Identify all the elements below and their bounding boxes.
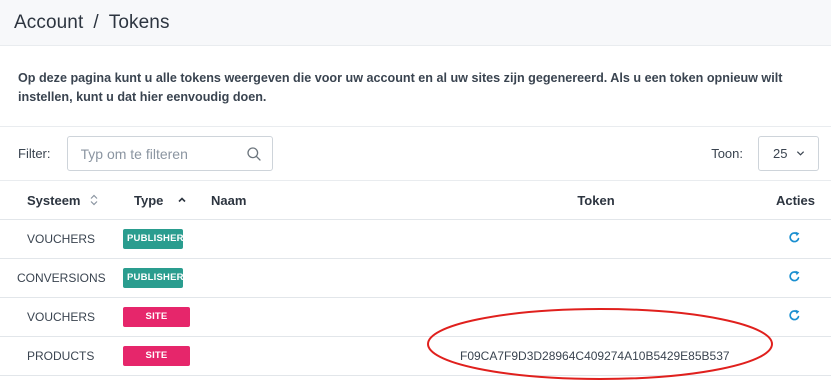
filter-label: Filter:: [18, 146, 51, 161]
systeem-cell: VOUCHERS: [27, 310, 96, 324]
type-badge: PUBLISHER: [123, 268, 184, 288]
tokens-table: Systeem Type Naam Token Acties VOUCHERS …: [0, 181, 831, 376]
column-header-token: Token: [431, 181, 761, 220]
page-size-select[interactable]: 25: [758, 136, 819, 171]
refresh-icon[interactable]: [788, 309, 801, 322]
table-row: CONVERSIONS PUBLISHER: [0, 258, 831, 298]
column-header-naam[interactable]: Naam: [191, 181, 431, 220]
breadcrumb-account[interactable]: Account: [14, 12, 83, 34]
table-header-row: Systeem Type Naam Token Acties: [0, 181, 831, 220]
breadcrumb-tokens: Tokens: [108, 11, 170, 33]
chevron-down-icon: [796, 151, 805, 156]
refresh-icon[interactable]: [788, 231, 801, 244]
column-header-systeem[interactable]: Systeem: [0, 181, 107, 220]
table-row: PRODUCTS SITE F09CA7F9D3D28964C409274A10…: [0, 336, 831, 376]
column-label-systeem: Systeem: [27, 192, 81, 208]
filter-input[interactable]: [67, 137, 241, 170]
table-row: VOUCHERS SITE: [0, 297, 831, 337]
type-badge: SITE: [123, 307, 190, 327]
filter-bar: Filter: Toon: 25: [0, 127, 831, 181]
page-header: Account / Tokens: [0, 0, 831, 46]
column-label-acties: Acties: [775, 192, 815, 208]
filter-field[interactable]: [66, 136, 273, 171]
systeem-cell: PRODUCTS: [27, 349, 95, 363]
page-size-control: Toon: 25: [711, 136, 819, 171]
systeem-cell: VOUCHERS: [27, 232, 96, 246]
sort-icon: [91, 194, 98, 206]
column-label-naam: Naam: [211, 192, 247, 208]
page-size-value: 25: [773, 146, 788, 161]
search-icon: [246, 147, 261, 161]
column-header-type[interactable]: Type: [107, 181, 191, 220]
column-label-type: Type: [134, 192, 164, 208]
table-row: VOUCHERS PUBLISHER: [0, 219, 831, 259]
sort-ascending-icon: [178, 197, 186, 203]
type-badge: PUBLISHER: [123, 229, 184, 249]
systeem-cell: CONVERSIONS: [17, 271, 106, 285]
column-label-token: Token: [577, 192, 615, 208]
type-badge: SITE: [123, 346, 190, 366]
breadcrumb: Account / Tokens: [14, 12, 170, 34]
token-cell: F09CA7F9D3D28964C409274A10B5429E85B537: [460, 349, 730, 363]
breadcrumb-separator: /: [93, 11, 99, 33]
refresh-icon[interactable]: [788, 270, 801, 283]
column-header-acties: Acties: [761, 181, 831, 220]
page-size-label: Toon:: [711, 146, 743, 161]
page-description: Op deze pagina kunt u alle tokens weerge…: [0, 46, 831, 127]
